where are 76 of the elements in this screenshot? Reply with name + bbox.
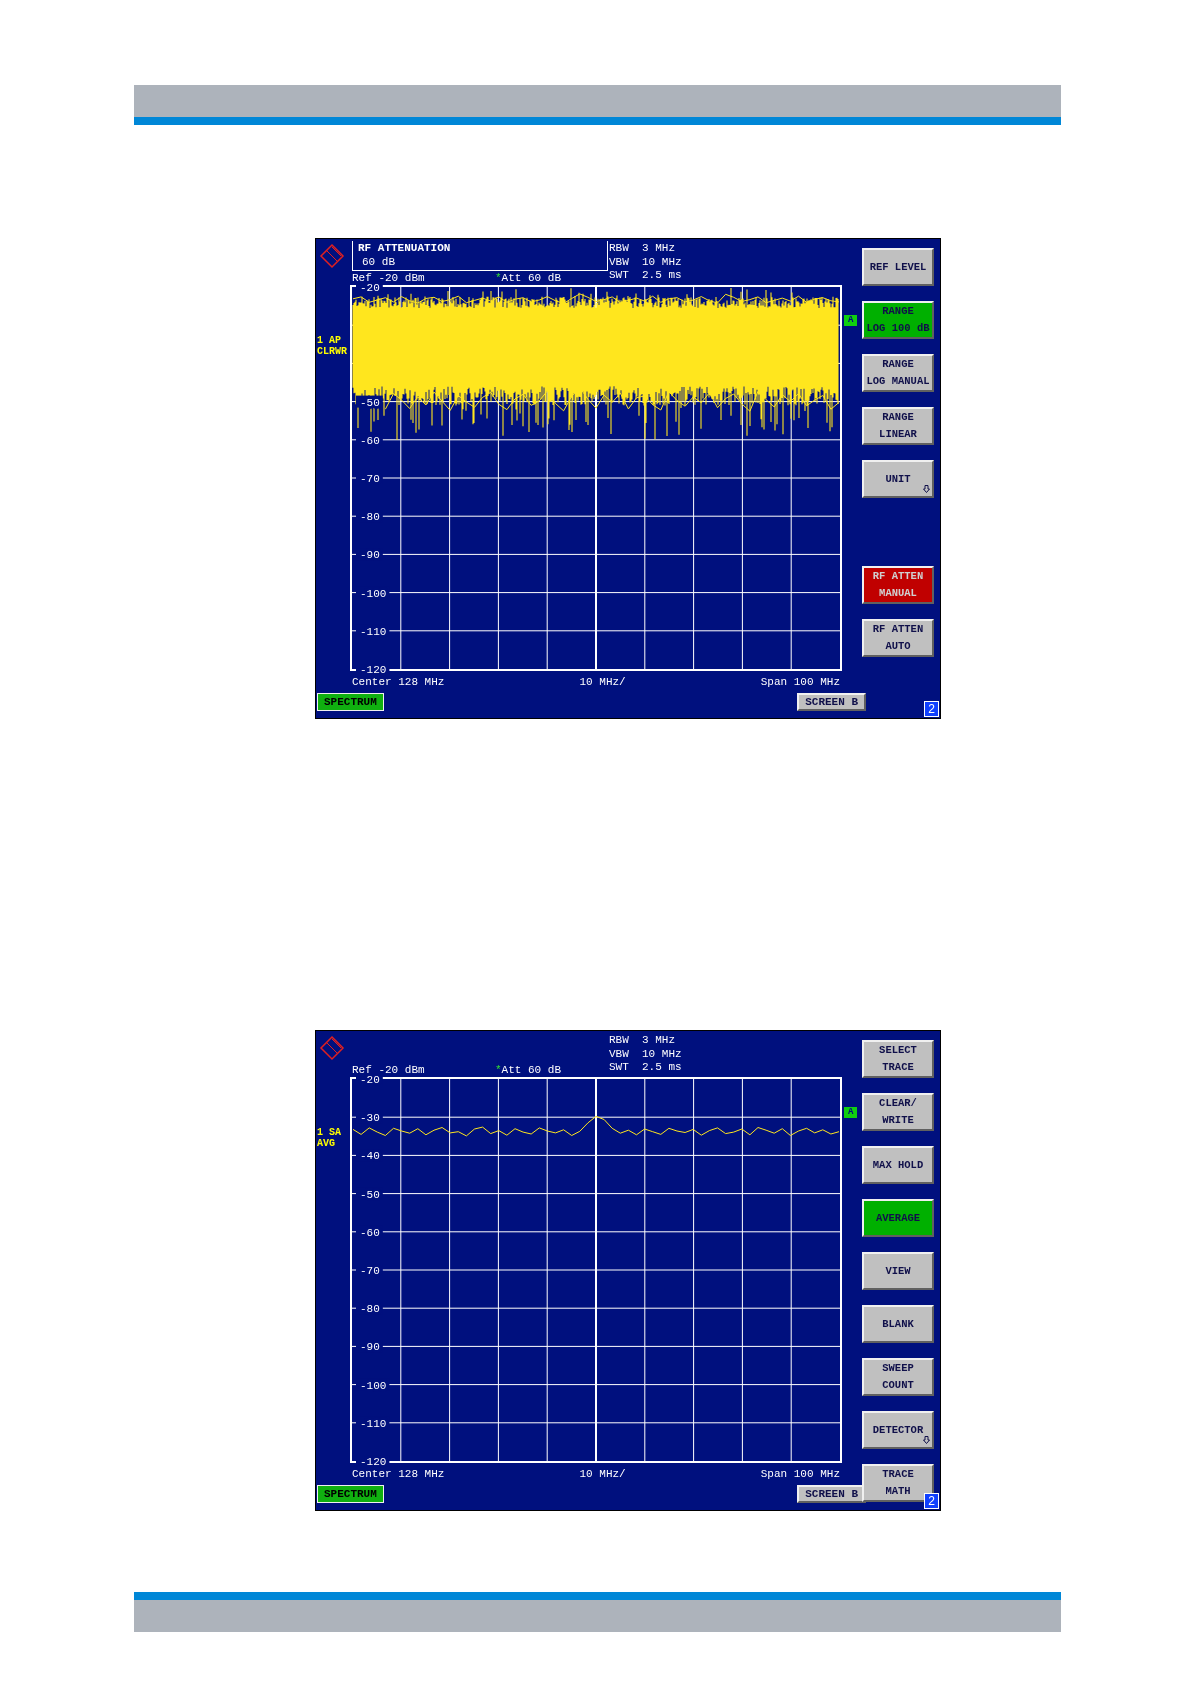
axis-label: -110 xyxy=(360,1417,387,1430)
axis-label: -30 xyxy=(360,1112,380,1125)
axis-label: -120 xyxy=(360,1456,387,1468)
softkey[interactable]: UNIT xyxy=(862,460,934,498)
softkey[interactable]: RANGE LOG 100 dB xyxy=(862,301,934,339)
axis-label: -20 xyxy=(360,1074,380,1086)
diamond-logo-icon xyxy=(319,1035,345,1061)
axis-label: -20 xyxy=(360,282,380,294)
axis-label: Span 100 MHz xyxy=(760,1468,840,1480)
diamond-logo-icon xyxy=(319,243,345,269)
softkey[interactable]: RANGE LOG MANUAL xyxy=(862,354,934,392)
attenuation-mark: * xyxy=(495,272,502,284)
axis-label: -50 xyxy=(360,396,380,409)
axis-label: 10 MHz/ xyxy=(579,676,626,688)
axis-label: -120 xyxy=(360,664,387,676)
attenuation-mark: * xyxy=(495,1064,502,1076)
screen-number: 2 xyxy=(924,1493,939,1509)
trace-info: AVG xyxy=(317,1138,336,1149)
setting-label: SWT xyxy=(609,1061,630,1075)
trace-info: 1 AP xyxy=(317,335,342,346)
axis-label: -40 xyxy=(360,1150,380,1163)
setting-value: 3 MHz xyxy=(642,242,675,254)
setting-value: 10 MHz xyxy=(642,255,682,268)
axis-label: -100 xyxy=(360,587,387,600)
trace-badge: A xyxy=(844,1107,858,1118)
softkey[interactable]: BLANK xyxy=(862,1305,934,1343)
screen-button[interactable]: SCREEN B xyxy=(797,693,866,711)
down-arrow-icon xyxy=(923,1436,930,1444)
reference-level: Ref -20 dBm xyxy=(352,272,426,284)
screen-number: 2 xyxy=(924,701,939,717)
axis-label: -70 xyxy=(360,1265,380,1277)
setting-label: RBW xyxy=(609,1034,630,1048)
axis-label: Center 128 MHz xyxy=(352,1468,445,1480)
attenuation-value: Att 60 dB xyxy=(501,1064,562,1076)
mode-tab[interactable]: SPECTRUM xyxy=(317,1485,384,1503)
trace-info: CLRWR xyxy=(317,346,348,357)
attenuation-value: Att 60 dB xyxy=(501,272,562,284)
setting-label: VBW xyxy=(609,1047,630,1061)
mode-tab[interactable]: SPECTRUM xyxy=(317,693,384,711)
axis-label: -60 xyxy=(360,1226,380,1239)
softkey[interactable]: DETECTOR xyxy=(862,1411,934,1449)
axis-label: -50 xyxy=(360,1188,380,1201)
axis-label: -100 xyxy=(360,1379,387,1392)
setting-value: 10 MHz xyxy=(642,1047,682,1060)
axis-label: -90 xyxy=(360,549,380,562)
down-arrow-icon xyxy=(923,485,930,493)
softkey[interactable]: RF ATTEN MANUAL xyxy=(862,566,934,604)
setting-value: 2.5 ms xyxy=(642,1061,682,1073)
axis-label: -80 xyxy=(360,1303,380,1316)
softkey[interactable]: REF LEVEL xyxy=(862,248,934,286)
softkey[interactable]: AVERAGE xyxy=(862,1199,934,1237)
setting-label: RBW xyxy=(609,242,630,256)
softkey[interactable]: SELECT TRACE xyxy=(862,1040,934,1078)
axis-label: 10 MHz/ xyxy=(579,1468,626,1480)
setting-label: SWT xyxy=(609,269,630,283)
reference-level: Ref -20 dBm xyxy=(352,1064,426,1076)
softkey[interactable]: MAX HOLD xyxy=(862,1146,934,1184)
softkey[interactable]: RF ATTEN AUTO xyxy=(862,619,934,657)
softkey[interactable]: VIEW xyxy=(862,1252,934,1290)
setting-value: 3 MHz xyxy=(642,1034,675,1046)
axis-label: -70 xyxy=(360,473,380,485)
softkey[interactable]: CLEAR/ WRITE xyxy=(862,1093,934,1131)
trace-badge: A xyxy=(844,315,858,326)
trace-info: 1 SA xyxy=(317,1127,342,1138)
axis-label: Span 100 MHz xyxy=(760,676,840,688)
axis-label: -90 xyxy=(360,1341,380,1354)
screen-button[interactable]: SCREEN B xyxy=(797,1485,866,1503)
axis-label: -80 xyxy=(360,511,380,524)
softkey[interactable]: SWEEP COUNT xyxy=(862,1358,934,1396)
axis-label: Center 128 MHz xyxy=(352,676,445,688)
input-field[interactable]: RF ATTENUATION 60 dB xyxy=(352,241,608,271)
axis-label: -60 xyxy=(360,434,380,447)
softkey[interactable]: RANGE LINEAR xyxy=(862,407,934,445)
setting-value: 2.5 ms xyxy=(642,269,682,281)
setting-label: VBW xyxy=(609,255,630,269)
axis-label: -110 xyxy=(360,625,387,638)
